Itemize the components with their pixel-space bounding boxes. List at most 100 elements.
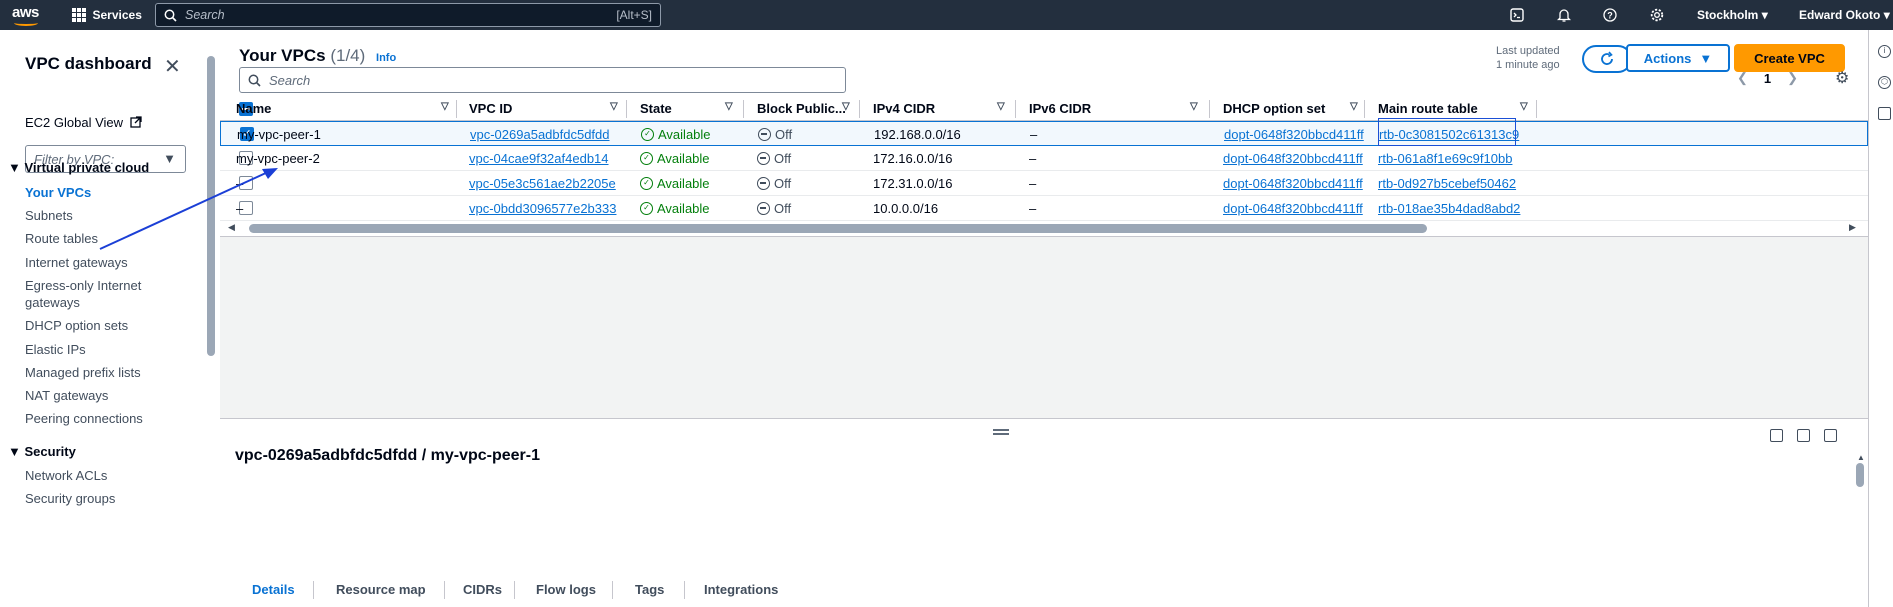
sidebar-item-route-tables[interactable]: Route tables bbox=[25, 230, 98, 248]
table-search-input[interactable]: Search bbox=[239, 67, 846, 93]
region-selector[interactable]: Stockholm ▾ bbox=[1697, 8, 1768, 22]
tab-details[interactable]: Details bbox=[252, 582, 295, 597]
sidebar-scrollbar-thumb[interactable] bbox=[207, 56, 215, 356]
section-virtual-private-cloud[interactable]: ▼ Virtual private cloud bbox=[8, 160, 149, 175]
split-scrollbar-thumb[interactable] bbox=[1856, 463, 1864, 487]
column-divider[interactable] bbox=[1209, 100, 1210, 118]
refresh-button[interactable] bbox=[1582, 45, 1632, 73]
panel-maximize-icon[interactable] bbox=[1824, 429, 1837, 442]
tab-tags[interactable]: Tags bbox=[635, 582, 664, 597]
column-divider[interactable] bbox=[1015, 100, 1016, 118]
panel-side-icon[interactable] bbox=[1797, 429, 1810, 442]
gear-icon[interactable] bbox=[1649, 7, 1665, 23]
tab-divider bbox=[514, 581, 515, 599]
account-menu[interactable]: Edward Okoto ▾ bbox=[1799, 8, 1890, 22]
header-ipv4-cidr[interactable]: IPv4 CIDR ▽ bbox=[873, 101, 1005, 116]
sidebar-item-network-acls[interactable]: Network ACLs bbox=[25, 467, 107, 485]
table-row[interactable]: ✓ my-vpc-peer-1 vpc-0269a5adbfdc5dfdd ✓ A… bbox=[220, 118, 1868, 146]
sidebar-item-subnets[interactable]: Subnets bbox=[25, 207, 73, 225]
info-link[interactable]: Info bbox=[376, 52, 396, 64]
header-name[interactable]: Name ▽ bbox=[236, 101, 449, 116]
sort-icon[interactable]: ▽ bbox=[1190, 101, 1198, 112]
chevron-left-icon[interactable]: ❮ bbox=[1737, 70, 1748, 86]
vpc-id-link[interactable]: vpc-04cae9f32af4edb14 bbox=[469, 151, 609, 166]
table-settings-gear-icon[interactable]: ⚙ bbox=[1835, 68, 1849, 88]
actions-button[interactable]: Actions ▼ bbox=[1626, 44, 1730, 72]
sidebar-item-egress-only-gateways[interactable]: Egress-only Internet bbox=[25, 277, 141, 295]
table-row[interactable]: – vpc-0bdd3096577e2b333 ✓ Available Off 1… bbox=[220, 196, 1868, 221]
page-number[interactable]: 1 bbox=[1764, 71, 1771, 86]
minus-circle-icon bbox=[757, 202, 770, 215]
route-table-link[interactable]: rtb-0d927b5cebef50462 bbox=[1378, 176, 1516, 191]
column-divider[interactable] bbox=[1536, 100, 1537, 118]
info-icon[interactable]: i bbox=[1878, 45, 1891, 58]
route-table-link[interactable]: rtb-018ae35b4dad8abd2 bbox=[1378, 201, 1520, 216]
scroll-right-icon[interactable]: ▶ bbox=[1849, 222, 1856, 233]
route-table-link[interactable]: rtb-061a8f1e69c9f10bb bbox=[1378, 151, 1512, 166]
sidebar-title[interactable]: VPC dashboard bbox=[25, 54, 152, 74]
sort-icon[interactable]: ▽ bbox=[441, 101, 449, 112]
column-divider[interactable] bbox=[859, 100, 860, 118]
header-dhcp-option-set[interactable]: DHCP option set ▽ bbox=[1223, 101, 1358, 116]
services-menu-button[interactable]: Services bbox=[72, 8, 142, 22]
dhcp-option-link[interactable]: dopt-0648f320bbcd411ff bbox=[1223, 151, 1363, 166]
sidebar-scrollbar[interactable] bbox=[206, 44, 215, 607]
help-icon[interactable]: ? bbox=[1602, 7, 1618, 23]
sort-icon[interactable]: ▽ bbox=[997, 101, 1005, 112]
aws-logo[interactable]: aws bbox=[12, 4, 39, 26]
table-horizontal-scrollbar[interactable]: ◀ ▶ bbox=[220, 220, 1868, 234]
section-security[interactable]: ▼ Security bbox=[8, 444, 76, 459]
sidebar-item-security-groups[interactable]: Security groups bbox=[25, 490, 115, 508]
bell-icon[interactable] bbox=[1556, 7, 1572, 23]
sort-icon[interactable]: ▽ bbox=[725, 101, 733, 112]
sidebar-item-egress-only-gateways-line2[interactable]: gateways bbox=[25, 294, 80, 312]
table-row[interactable]: my-vpc-peer-2 vpc-04cae9f32af4edb14 ✓ Ava… bbox=[220, 146, 1868, 171]
chevron-right-icon[interactable]: ❯ bbox=[1787, 70, 1798, 86]
header-main-route-table[interactable]: Main route table ▽ bbox=[1378, 101, 1528, 116]
sidebar-item-elastic-ips[interactable]: Elastic IPs bbox=[25, 341, 86, 359]
sort-icon[interactable]: ▽ bbox=[1520, 101, 1528, 112]
ec2-global-view-link[interactable]: EC2 Global View bbox=[25, 115, 142, 130]
tab-integrations[interactable]: Integrations bbox=[704, 582, 778, 597]
sidebar-item-managed-prefix-lists[interactable]: Managed prefix lists bbox=[25, 364, 141, 382]
column-divider[interactable] bbox=[743, 100, 744, 118]
state-label: Available bbox=[658, 127, 711, 142]
dhcp-option-link[interactable]: dopt-0648f320bbcd411ff bbox=[1224, 127, 1364, 142]
tab-cidrs[interactable]: CIDRs bbox=[463, 582, 502, 597]
column-divider[interactable] bbox=[456, 100, 457, 118]
tab-resource-map[interactable]: Resource map bbox=[336, 582, 426, 597]
panel-bottom-icon[interactable] bbox=[1770, 429, 1783, 442]
header-block-public[interactable]: Block Public... ▽ bbox=[757, 101, 850, 116]
close-icon[interactable]: ✕ bbox=[164, 54, 181, 79]
vpc-id-link[interactable]: vpc-0269a5adbfdc5dfdd bbox=[470, 127, 610, 142]
scroll-left-icon[interactable]: ◀ bbox=[228, 222, 235, 233]
sort-icon[interactable]: ▽ bbox=[842, 101, 850, 112]
resize-handle-icon[interactable] bbox=[993, 429, 1009, 435]
scroll-up-icon[interactable]: ▲ bbox=[1857, 453, 1865, 462]
feedback-icon[interactable] bbox=[1878, 107, 1891, 120]
tab-flow-logs[interactable]: Flow logs bbox=[536, 582, 596, 597]
header-state[interactable]: State ▽ bbox=[640, 101, 733, 116]
vpc-id-link[interactable]: vpc-0bdd3096577e2b333 bbox=[469, 201, 616, 216]
sort-icon[interactable]: ▽ bbox=[1350, 101, 1358, 112]
column-divider[interactable] bbox=[1364, 100, 1365, 118]
header-vpc-id[interactable]: VPC ID ▽ bbox=[469, 101, 618, 116]
dhcp-option-link[interactable]: dopt-0648f320bbcd411ff bbox=[1223, 201, 1363, 216]
global-search-input[interactable]: Search [Alt+S] bbox=[155, 3, 661, 27]
sidebar-item-nat-gateways[interactable]: NAT gateways bbox=[25, 387, 108, 405]
horizontal-scrollbar-thumb[interactable] bbox=[249, 224, 1427, 233]
header-ipv6-cidr[interactable]: IPv6 CIDR ▽ bbox=[1029, 101, 1198, 116]
split-panel-scrollbar[interactable]: ▲ bbox=[1856, 453, 1865, 493]
cloudshell-icon[interactable] bbox=[1509, 7, 1525, 23]
vpc-id-link[interactable]: vpc-05e3c561ae2b2205e bbox=[469, 176, 616, 191]
dhcp-option-link[interactable]: dopt-0648f320bbcd411ff bbox=[1223, 176, 1363, 191]
create-vpc-button[interactable]: Create VPC bbox=[1734, 44, 1845, 72]
sidebar-item-dhcp-option-sets[interactable]: DHCP option sets bbox=[25, 317, 128, 335]
table-row[interactable]: – vpc-05e3c561ae2b2205e ✓ Available Off 1… bbox=[220, 171, 1868, 196]
sidebar-item-internet-gateways[interactable]: Internet gateways bbox=[25, 254, 128, 272]
column-divider[interactable] bbox=[626, 100, 627, 118]
sort-icon[interactable]: ▽ bbox=[610, 101, 618, 112]
sidebar-item-peering-connections[interactable]: Peering connections bbox=[25, 410, 143, 428]
sidebar-item-your-vpcs[interactable]: Your VPCs bbox=[25, 184, 91, 202]
cube-icon[interactable]: ⬡ bbox=[1878, 76, 1891, 89]
